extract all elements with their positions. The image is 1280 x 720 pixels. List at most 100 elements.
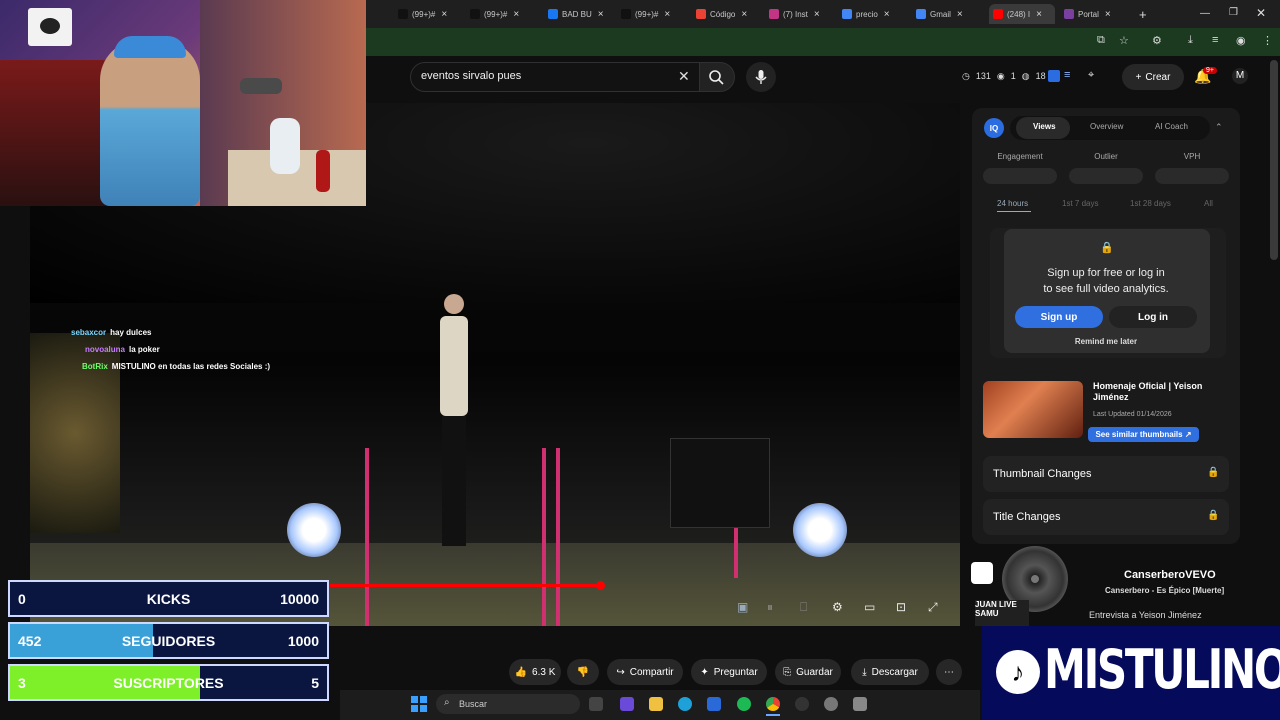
media-icon[interactable]: ≡ (1212, 34, 1218, 46)
list-icon[interactable]: ≡ (1064, 69, 1070, 81)
calculator-icon[interactable] (853, 697, 867, 711)
range-28d[interactable]: 1st 28 days (1130, 199, 1171, 208)
progress-scrubber-handle[interactable] (596, 581, 605, 590)
browser-tab[interactable]: Código × (696, 4, 762, 24)
menu-kebab-icon[interactable]: ⋮ (1262, 34, 1273, 47)
browser-tab[interactable]: Portal × (1064, 4, 1130, 24)
avatar[interactable]: M (1232, 68, 1248, 84)
clear-search-icon[interactable]: ✕ (678, 68, 690, 85)
settings-icon[interactable] (824, 697, 838, 711)
more-actions-button[interactable]: ⋯ (936, 659, 962, 685)
tubeiq-icon[interactable] (1048, 70, 1060, 82)
windows-start-icon[interactable] (411, 696, 427, 712)
ask-button[interactable]: ✦ Preguntar (691, 659, 767, 685)
download-button[interactable]: ⤓ Descargar (851, 659, 929, 685)
browser-tab[interactable]: Gmail × (916, 4, 982, 24)
browser-tab[interactable]: BAD BU × (548, 4, 614, 24)
blurred-value (1155, 168, 1229, 184)
spotify-icon[interactable] (737, 697, 751, 711)
save-button[interactable]: ⎘ Guardar (775, 659, 841, 685)
dislike-button[interactable]: 👎 (567, 659, 599, 685)
page-scrollbar[interactable] (1270, 60, 1278, 260)
copilot-icon[interactable] (620, 697, 634, 711)
active-app-indicator (766, 714, 780, 716)
voice-search-button[interactable] (746, 62, 776, 92)
collapse-chevron-icon[interactable]: ⌃ (1215, 122, 1223, 133)
streamer-banner: ♪ MISTULINO (982, 626, 1280, 720)
bookmark-icon: ⎘ (783, 666, 792, 678)
store-icon[interactable] (707, 697, 721, 711)
thumbs-down-icon: 👎 (576, 666, 590, 678)
miniplayer-icon[interactable]: ▭ (864, 600, 875, 614)
close-tab-icon[interactable]: × (741, 9, 747, 20)
browser-tab[interactable]: (7) Inst × (769, 4, 835, 24)
maximize-icon[interactable]: ❐ (1229, 7, 1238, 18)
browser-tab[interactable]: precio × (842, 4, 908, 24)
similar-thumbnails-button[interactable]: See similar thumbnails ↗ (1088, 427, 1199, 442)
video-thumbnail[interactable] (983, 381, 1083, 438)
goal-current: 452 (18, 632, 42, 649)
edge-icon[interactable] (678, 697, 692, 711)
chrome-icon[interactable] (766, 697, 780, 711)
tubeiq-player-icon[interactable]: ▣ (737, 600, 748, 614)
close-tab-icon[interactable]: × (441, 9, 447, 20)
settings-gear-icon[interactable]: ⚙ (832, 600, 843, 614)
extensions-icon[interactable]: ⚙ (1152, 34, 1162, 47)
goal-counter: 0 KICKS 10000 (8, 580, 329, 617)
close-tab-icon[interactable]: × (513, 9, 519, 20)
autoplay-toggle[interactable]: ⏸ (767, 600, 773, 615)
chat-message: BotRix MISTULINO en todas las redes Socia… (82, 362, 270, 371)
extension-pin-icon[interactable]: ⌖ (1088, 69, 1094, 82)
related-title[interactable]: Entrevista a Yeison Jiménez (1089, 610, 1202, 620)
close-tab-icon[interactable]: × (664, 9, 670, 20)
browser-tab[interactable]: (99+)# × (398, 4, 464, 24)
tab-overview[interactable]: Overview (1090, 122, 1123, 131)
login-button[interactable]: Log in (1109, 306, 1197, 328)
close-tab-icon[interactable]: × (1105, 9, 1111, 20)
tab-favicon-icon (769, 9, 779, 19)
related-thumbnail[interactable]: JUAN LIVE SAMU (975, 600, 1029, 626)
file-explorer-icon[interactable] (649, 697, 663, 711)
tab-label: Portal (1078, 9, 1099, 19)
task-view-icon[interactable] (589, 697, 603, 711)
range-7d[interactable]: 1st 7 days (1062, 199, 1098, 208)
close-window-icon[interactable]: ✕ (1256, 6, 1266, 20)
banner-name: MISTULINO (1044, 638, 1280, 701)
signup-button[interactable]: Sign up (1015, 306, 1103, 328)
taskbar-search[interactable] (436, 694, 580, 714)
close-tab-icon[interactable]: × (1036, 9, 1042, 20)
microphone-icon (755, 70, 767, 84)
range-24h[interactable]: 24 hours (997, 199, 1028, 208)
fullscreen-icon[interactable]: ⤢ (928, 600, 938, 615)
create-button[interactable]: + Crear (1122, 64, 1184, 90)
tab-views[interactable]: Views (1033, 122, 1056, 131)
search-button[interactable] (699, 62, 735, 92)
bookmark-star-icon[interactable]: ☆ (1119, 34, 1129, 47)
video-progress-bar[interactable] (330, 584, 600, 587)
share-button[interactable]: ↪ Compartir (607, 659, 683, 685)
remind-later-link[interactable]: Remind me later (1006, 337, 1206, 346)
thumbnail-changes-row[interactable]: Thumbnail Changes (983, 456, 1229, 492)
browser-tab[interactable]: (248) I × (989, 4, 1055, 24)
download-icon[interactable]: ⤓ (1188, 34, 1193, 47)
install-icon[interactable]: ⧉ (1097, 34, 1105, 47)
close-tab-icon[interactable]: × (598, 9, 604, 20)
related-chip[interactable] (971, 562, 993, 584)
range-all[interactable]: All (1204, 199, 1213, 208)
controller (240, 78, 282, 94)
close-tab-icon[interactable]: × (957, 9, 963, 20)
close-tab-icon[interactable]: × (884, 9, 890, 20)
captions-icon[interactable]: ⎕ (800, 600, 807, 615)
close-tab-icon[interactable]: × (814, 9, 820, 20)
like-button[interactable]: 👍 6.3 K (509, 659, 561, 685)
lock-icon: 🔒 (1207, 467, 1220, 478)
new-tab-button[interactable]: + (1139, 7, 1147, 22)
tab-ai-coach[interactable]: AI Coach (1155, 122, 1188, 131)
cast-icon[interactable]: ⊡ (896, 600, 906, 614)
minimize-icon[interactable]: — (1200, 8, 1210, 19)
profile-icon[interactable]: ◉ (1236, 34, 1246, 47)
obs-icon[interactable] (795, 697, 809, 711)
browser-tab[interactable]: (99+)# × (621, 4, 687, 24)
title-changes-row[interactable]: Title Changes (983, 499, 1229, 535)
browser-tab[interactable]: (99+)# × (470, 4, 536, 24)
